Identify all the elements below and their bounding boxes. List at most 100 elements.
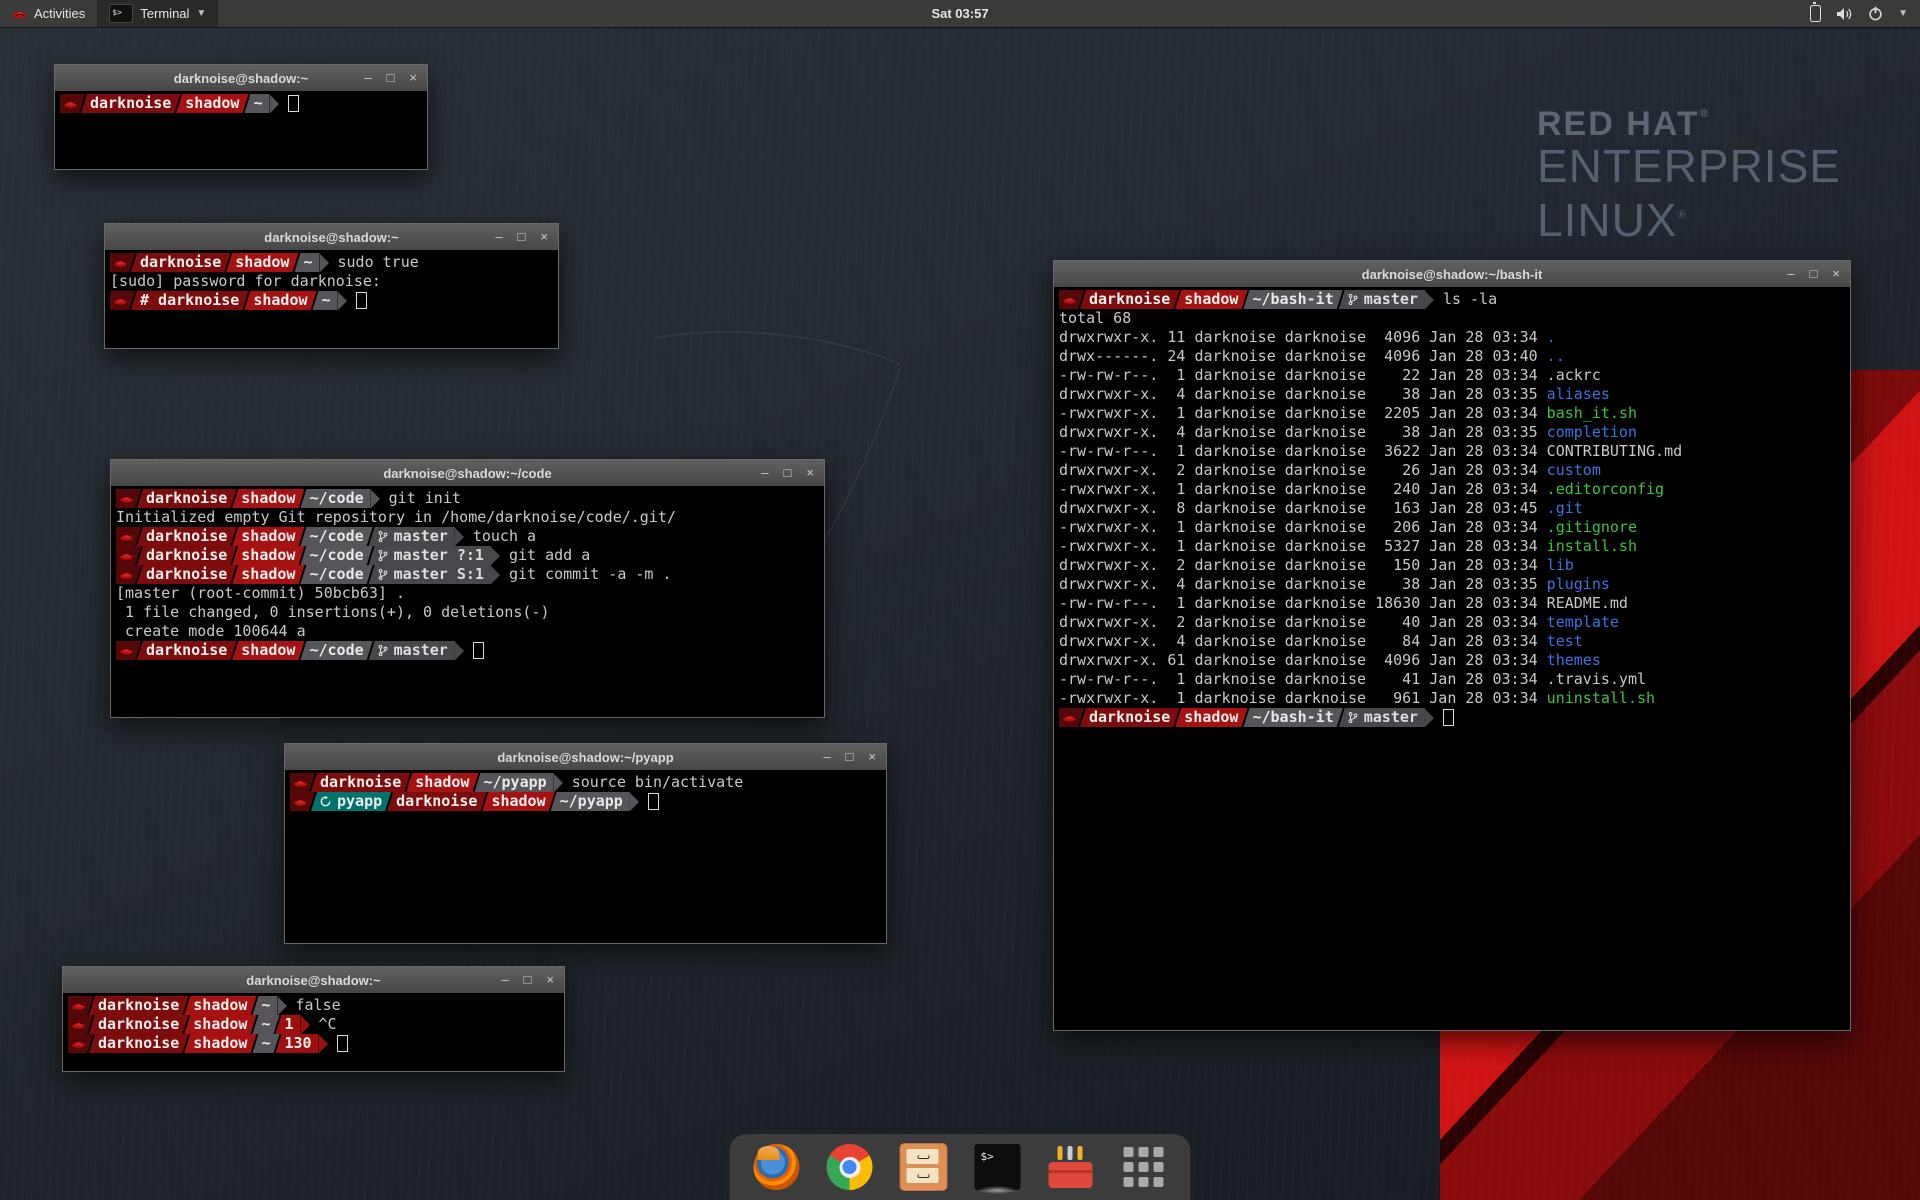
titlebar[interactable]: darknoise@shadow:~/bash-it – □ × bbox=[1054, 261, 1850, 288]
power-icon bbox=[1868, 6, 1883, 21]
close-button[interactable]: × bbox=[540, 224, 548, 250]
prompt-host-segment: shadow bbox=[184, 1015, 256, 1034]
close-button[interactable]: × bbox=[546, 967, 554, 993]
file-meta: -rw-rw-r--. 1 darknoise darknoise 3622 J… bbox=[1059, 442, 1547, 461]
prompt-branch-segment: master S:1 bbox=[369, 565, 491, 584]
file-row: -rw-rw-r--. 1 darknoise darknoise 22 Jan… bbox=[1059, 366, 1850, 385]
maximize-button[interactable]: □ bbox=[518, 224, 526, 250]
terminal-screen[interactable]: darknoise shadow ~/pyapp source bin/acti… bbox=[285, 770, 886, 943]
prompt-path-segment: ~/pyapp bbox=[551, 792, 630, 811]
maximize-button[interactable]: □ bbox=[1810, 261, 1818, 287]
prompt-host-segment: shadow bbox=[226, 253, 298, 272]
close-button[interactable]: × bbox=[806, 460, 814, 486]
app-menu-label: Terminal bbox=[140, 6, 189, 21]
close-button[interactable]: × bbox=[1832, 261, 1840, 287]
minimize-button[interactable]: – bbox=[495, 224, 502, 250]
prompt-arrow bbox=[270, 95, 279, 113]
file-name: custom bbox=[1547, 461, 1601, 480]
maximize-button[interactable]: □ bbox=[846, 744, 854, 770]
titlebar[interactable]: darknoise@shadow:~ – □ × bbox=[63, 967, 564, 994]
redhat-fedora-icon bbox=[116, 489, 141, 508]
terminal-screen[interactable]: darknoise shadow ~ bbox=[55, 91, 427, 169]
maximize-button[interactable]: □ bbox=[387, 65, 395, 91]
titlebar[interactable]: darknoise@shadow:~/code – □ × bbox=[111, 460, 824, 487]
clock[interactable]: Sat 03:57 bbox=[0, 6, 1920, 21]
activities-button[interactable]: Activities bbox=[0, 0, 97, 27]
window-title: darknoise@shadow:~/bash-it bbox=[1054, 267, 1850, 282]
minimize-button[interactable]: – bbox=[761, 460, 768, 486]
minimize-button[interactable]: – bbox=[501, 967, 508, 993]
file-name: .ackrc bbox=[1547, 366, 1601, 385]
terminal-screen[interactable]: darknoise shadow ~/bash-it master ls -la… bbox=[1054, 287, 1850, 1030]
titlebar[interactable]: darknoise@shadow:~/pyapp – □ × bbox=[285, 744, 886, 771]
terminal-screen[interactable]: darknoise shadow ~/code git init Initial… bbox=[111, 486, 824, 717]
terminal-app-icon: $> bbox=[109, 4, 133, 23]
file-name: CONTRIBUTING.md bbox=[1547, 442, 1682, 461]
file-row: drwxrwxr-x. 2 darknoise darknoise 150 Ja… bbox=[1059, 556, 1850, 575]
prompt-user-segment: darknoise bbox=[137, 527, 236, 546]
prompt-host-segment: shadow bbox=[232, 527, 304, 546]
file-name: .. bbox=[1547, 347, 1565, 366]
app-menu-terminal[interactable]: $> Terminal ▼ bbox=[97, 0, 218, 27]
battery-icon bbox=[1810, 5, 1821, 22]
file-meta: -rwxrwxr-x. 1 darknoise darknoise 2205 J… bbox=[1059, 404, 1547, 423]
app-grid-icon[interactable] bbox=[1121, 1144, 1167, 1190]
titlebar[interactable]: darknoise@shadow:~ – □ × bbox=[55, 65, 427, 92]
close-button[interactable]: × bbox=[409, 65, 417, 91]
minimize-button[interactable]: – bbox=[823, 744, 830, 770]
prompt-line: darknoise shadow ~/pyapp source bin/acti… bbox=[290, 773, 886, 792]
firefox-icon[interactable] bbox=[754, 1144, 800, 1190]
prompt-line: darknoise shadow ~ 130 bbox=[68, 1034, 564, 1053]
maximize-button[interactable]: □ bbox=[784, 460, 792, 486]
prompt-path-segment: ~/code bbox=[300, 641, 372, 660]
terminal-launcher-icon[interactable]: $> bbox=[975, 1144, 1021, 1190]
file-meta: drwxrwxr-x. 2 darknoise darknoise 150 Ja… bbox=[1059, 556, 1547, 575]
prompt-user-segment: darknoise bbox=[81, 94, 180, 113]
prompt-user-segment: darknoise bbox=[137, 641, 236, 660]
close-button[interactable]: × bbox=[868, 744, 876, 770]
prompt-arrow bbox=[455, 528, 464, 546]
prompt-path-segment: ~/code bbox=[300, 546, 372, 565]
file-meta: -rw-rw-r--. 1 darknoise darknoise 18630 … bbox=[1059, 594, 1547, 613]
file-name: . bbox=[1547, 328, 1556, 347]
redhat-fedora-icon bbox=[116, 641, 141, 660]
file-name: README.md bbox=[1547, 594, 1628, 613]
prompt-host-segment: shadow bbox=[1175, 708, 1247, 727]
prompt-line: darknoise shadow ~/bash-it master ls -la bbox=[1059, 290, 1850, 309]
titlebar[interactable]: darknoise@shadow:~ – □ × bbox=[105, 224, 558, 251]
terminal-screen[interactable]: darknoise shadow ~ false darknoise shado… bbox=[63, 993, 564, 1071]
prompt-user-segment: darknoise bbox=[137, 546, 236, 565]
minimize-button[interactable]: – bbox=[364, 65, 371, 91]
maximize-button[interactable]: □ bbox=[524, 967, 532, 993]
prompt-branch-segment: master bbox=[1339, 290, 1425, 309]
prompt-user-segment: darknoise bbox=[311, 773, 410, 792]
volume-icon bbox=[1836, 7, 1853, 21]
prompt-path-segment: ~/code bbox=[300, 565, 372, 584]
prompt-path-segment: ~ bbox=[294, 253, 319, 272]
prompt-host-segment: shadow bbox=[482, 792, 554, 811]
toolbox-icon[interactable] bbox=[1048, 1144, 1094, 1190]
git-branch-icon bbox=[1348, 711, 1358, 724]
terminal-window-bashit: darknoise@shadow:~/bash-it – □ × darknoi… bbox=[1053, 260, 1851, 1031]
prompt-line: darknoise shadow ~ bbox=[60, 94, 427, 113]
redhat-fedora-icon bbox=[68, 1015, 93, 1034]
file-name: .git bbox=[1547, 499, 1583, 518]
redhat-fedora-icon bbox=[116, 527, 141, 546]
prompt-arrow bbox=[491, 566, 500, 584]
window-title: darknoise@shadow:~ bbox=[63, 973, 564, 988]
file-meta: drwxrwxr-x. 2 darknoise darknoise 26 Jan… bbox=[1059, 461, 1547, 480]
chrome-icon[interactable] bbox=[827, 1144, 873, 1190]
file-manager-icon[interactable] bbox=[900, 1143, 948, 1191]
prompt-line: darknoise shadow ~/code master touch a bbox=[116, 527, 824, 546]
file-row: drwxrwxr-x. 11 darknoise darknoise 4096 … bbox=[1059, 328, 1850, 347]
prompt-root-user-segment: # darknoise bbox=[131, 291, 248, 310]
system-status-area[interactable]: ▼ bbox=[1810, 5, 1920, 22]
prompt-host-segment: shadow bbox=[244, 291, 316, 310]
file-name: aliases bbox=[1547, 385, 1610, 404]
command-text: false bbox=[296, 996, 341, 1015]
minimize-button[interactable]: – bbox=[1787, 261, 1794, 287]
terminal-screen[interactable]: darknoise shadow ~ sudo true [sudo] pass… bbox=[105, 250, 558, 348]
file-row: drwxrwxr-x. 4 darknoise darknoise 38 Jan… bbox=[1059, 575, 1850, 594]
file-name: plugins bbox=[1547, 575, 1610, 594]
prompt-exitcode-segment: 1 bbox=[276, 1015, 301, 1034]
